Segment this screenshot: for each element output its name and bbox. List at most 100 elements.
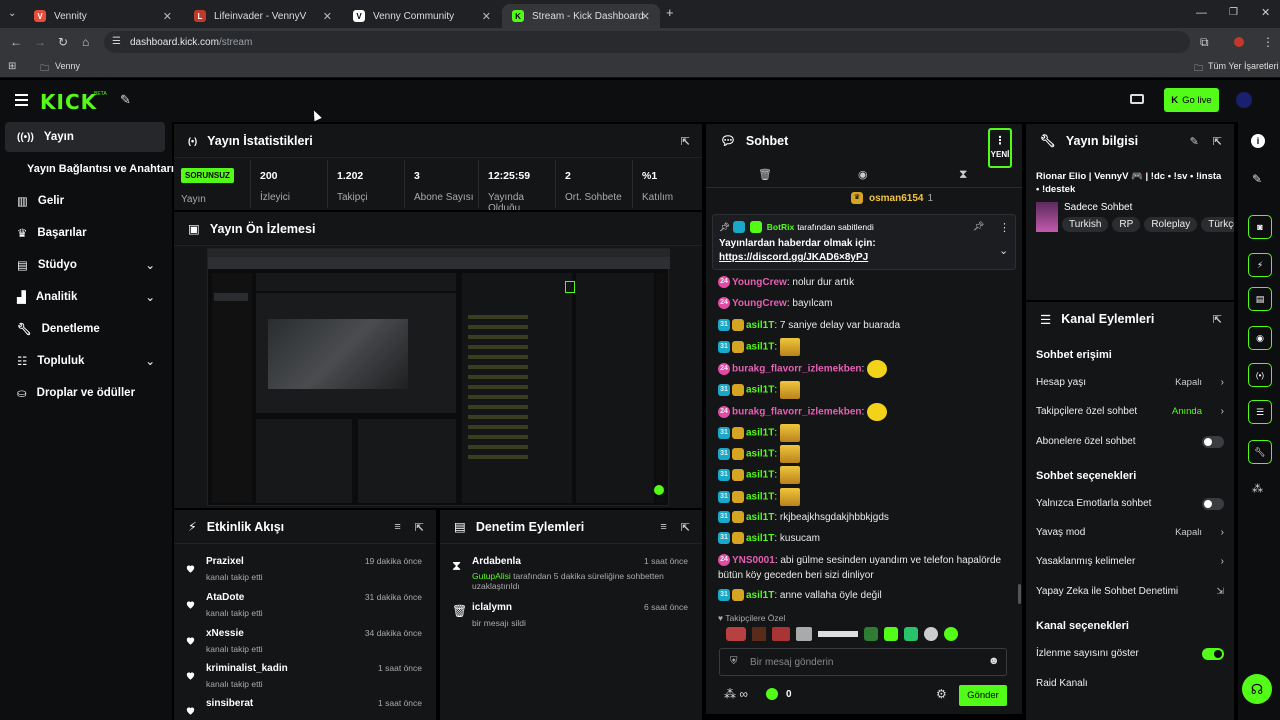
browser-tab-kick-dashboard[interactable]: K Stream - Kick Dashboard ✕: [502, 4, 660, 28]
activity-user[interactable]: kriminalist_kadin: [206, 663, 288, 674]
sidebar-item-droplar[interactable]: ⛀ Droplar ve ödüller: [5, 378, 165, 408]
chat-toggle-button[interactable]: ◉: [1248, 326, 1272, 350]
tag-chip[interactable]: Roleplay: [1144, 217, 1198, 232]
activity-user[interactable]: AtaDote: [206, 592, 244, 603]
filter-icon[interactable]: ≡: [660, 521, 666, 534]
chat-username[interactable]: burakg_flavorr_izlemekben: [732, 364, 862, 375]
info-icon[interactable]: i: [1251, 134, 1265, 148]
pinned-link[interactable]: https://discord.gg/JKAD6×8yPJ: [719, 252, 868, 263]
activity-user[interactable]: Prazixel: [206, 556, 244, 567]
profile-avatar[interactable]: [1234, 37, 1244, 47]
sidebar-item-analitik[interactable]: ▟ Analitik ⌄: [5, 282, 165, 312]
edit-pencil-icon[interactable]: ✎: [1190, 135, 1199, 148]
chat-username[interactable]: asil1T: [746, 342, 774, 353]
new-tab-icon[interactable]: +: [666, 6, 674, 19]
browser-tab-venny-community[interactable]: V Venny Community ✕: [343, 4, 501, 28]
slow-mode-row[interactable]: Yavaş mod Kapalı ›: [1036, 527, 1224, 538]
tag-chip[interactable]: Türkçe: [1201, 217, 1234, 232]
emote[interactable]: [772, 627, 790, 641]
sidebar-item-gelir[interactable]: ▥ Gelir: [5, 186, 165, 216]
sidebar-item-stream-key[interactable]: Yayın Bağlantısı ve Anahtarı: [5, 154, 174, 184]
chat-username[interactable]: asil1T: [746, 470, 774, 481]
address-bar[interactable]: ☰ dashboard.kick.com/stream: [104, 31, 1190, 53]
popout-icon[interactable]: ⇱: [681, 135, 690, 148]
sidebar-item-yayin[interactable]: ((•)) Yayın: [5, 122, 165, 152]
moderation-user[interactable]: Ardabenla: [472, 556, 521, 567]
subs-chat-toggle[interactable]: [1202, 435, 1224, 448]
send-button[interactable]: Gönder: [959, 685, 1007, 706]
browser-tab-lifeinvader[interactable]: L Lifeinvader - VennyV ✕: [184, 4, 342, 28]
preview-toggle-button[interactable]: ◙: [1248, 215, 1272, 239]
close-icon[interactable]: ✕: [323, 10, 332, 23]
sidebar-item-topluluk[interactable]: ☷ Topluluk ⌄: [5, 346, 165, 376]
category-name[interactable]: Sadece Sohbet: [1064, 202, 1132, 213]
pin-icon[interactable]: ✎: [120, 92, 131, 108]
sidebar-item-studyo[interactable]: ▤ Stüdyo ⌄: [5, 250, 165, 280]
community-icon[interactable]: ⁂: [1252, 482, 1263, 495]
emote[interactable]: [752, 627, 766, 641]
emote[interactable]: [904, 627, 918, 641]
chat-username[interactable]: asil1T: [746, 590, 774, 601]
chat-username[interactable]: asil1T: [746, 320, 774, 331]
info-toggle-button[interactable]: 🔧︎: [1248, 440, 1272, 464]
stream-preview-video[interactable]: [207, 248, 670, 506]
emote[interactable]: [864, 627, 878, 641]
chat-bubble-icon[interactable]: ◉: [858, 168, 868, 181]
sidebar-item-denetleme[interactable]: 🔧︎ Denetleme: [5, 314, 165, 344]
restore-icon[interactable]: ❐: [1229, 7, 1238, 19]
emote[interactable]: [924, 627, 938, 641]
forward-icon[interactable]: →: [34, 36, 46, 48]
hourglass-icon[interactable]: ⧗: [959, 167, 967, 182]
moderation-actor[interactable]: GutupAlisi: [472, 571, 511, 581]
chat-username[interactable]: asil1T: [746, 385, 774, 396]
tab-search-icon[interactable]: ⌄: [8, 8, 16, 20]
tag-chip[interactable]: RP: [1112, 217, 1141, 232]
emote-only-toggle[interactable]: [1202, 497, 1224, 510]
chat-username[interactable]: YNS0001: [732, 555, 775, 566]
browser-tab-vennity[interactable]: V Vennity ✕: [24, 4, 182, 28]
studio-view-icon[interactable]: [1130, 94, 1144, 104]
chat-username[interactable]: asil1T: [746, 449, 774, 460]
unpin-icon[interactable]: 📌︎: [973, 221, 984, 232]
chat-username[interactable]: YoungCrew: [732, 298, 787, 309]
points-indicator[interactable]: 0: [766, 688, 792, 700]
go-live-button[interactable]: K Go live: [1164, 88, 1219, 112]
trash-icon[interactable]: 🗑︎: [758, 168, 772, 181]
stats-toggle-button[interactable]: (•): [1248, 363, 1272, 387]
bookmark-venny[interactable]: 🗀 Venny: [40, 61, 80, 77]
tag-chip[interactable]: Turkish: [1062, 217, 1109, 232]
menu-dots-icon[interactable]: ⋮: [999, 221, 1010, 234]
reload-icon[interactable]: ↻: [58, 36, 68, 48]
support-button[interactable]: ☊: [1242, 674, 1272, 704]
site-info-icon[interactable]: ☰: [112, 36, 121, 48]
sidebar-item-basarilar[interactable]: ♛ Başarılar: [5, 218, 165, 248]
activity-user[interactable]: sinsiberat: [206, 698, 253, 709]
filter-icon[interactable]: ≡: [394, 521, 400, 534]
chat-username[interactable]: asil1T: [746, 533, 774, 544]
extensions-icon[interactable]: ⧉: [1200, 36, 1209, 48]
back-icon[interactable]: ←: [10, 36, 22, 48]
moderation-toggle-button[interactable]: ▤: [1248, 287, 1272, 311]
category-thumbnail[interactable]: [1036, 202, 1058, 232]
close-icon[interactable]: ✕: [482, 10, 491, 23]
banned-words-row[interactable]: Yasaklanmış kelimeler ›: [1036, 556, 1224, 567]
emote[interactable]: [726, 627, 746, 641]
popout-icon[interactable]: ⇱: [1213, 313, 1222, 326]
emoji-icon[interactable]: ☻: [988, 655, 1000, 667]
hamburger-menu-icon[interactable]: [15, 94, 28, 106]
chat-username[interactable]: asil1T: [746, 428, 774, 439]
activity-user[interactable]: xNessie: [206, 628, 244, 639]
popout-icon[interactable]: ⇱: [681, 521, 690, 534]
chat-menu-button[interactable]: ⋮ YENİ: [988, 128, 1012, 168]
settings-gear-icon[interactable]: ⚙: [936, 687, 947, 701]
pinned-by[interactable]: BotRix: [767, 222, 794, 232]
chat-username[interactable]: asil1T: [746, 492, 774, 503]
emote[interactable]: [818, 631, 858, 637]
chat-username[interactable]: burakg_flavorr_izlemekben: [732, 407, 862, 418]
home-icon[interactable]: ⌂: [82, 36, 89, 48]
apps-grid-icon[interactable]: ⊞: [8, 61, 16, 73]
activity-toggle-button[interactable]: ⚡︎: [1248, 253, 1272, 277]
menu-dots-icon[interactable]: ⋮: [1262, 36, 1274, 48]
chat-input[interactable]: ⛨ Bir mesaj gönderin ☻: [719, 648, 1007, 676]
minimize-icon[interactable]: —: [1196, 7, 1207, 19]
